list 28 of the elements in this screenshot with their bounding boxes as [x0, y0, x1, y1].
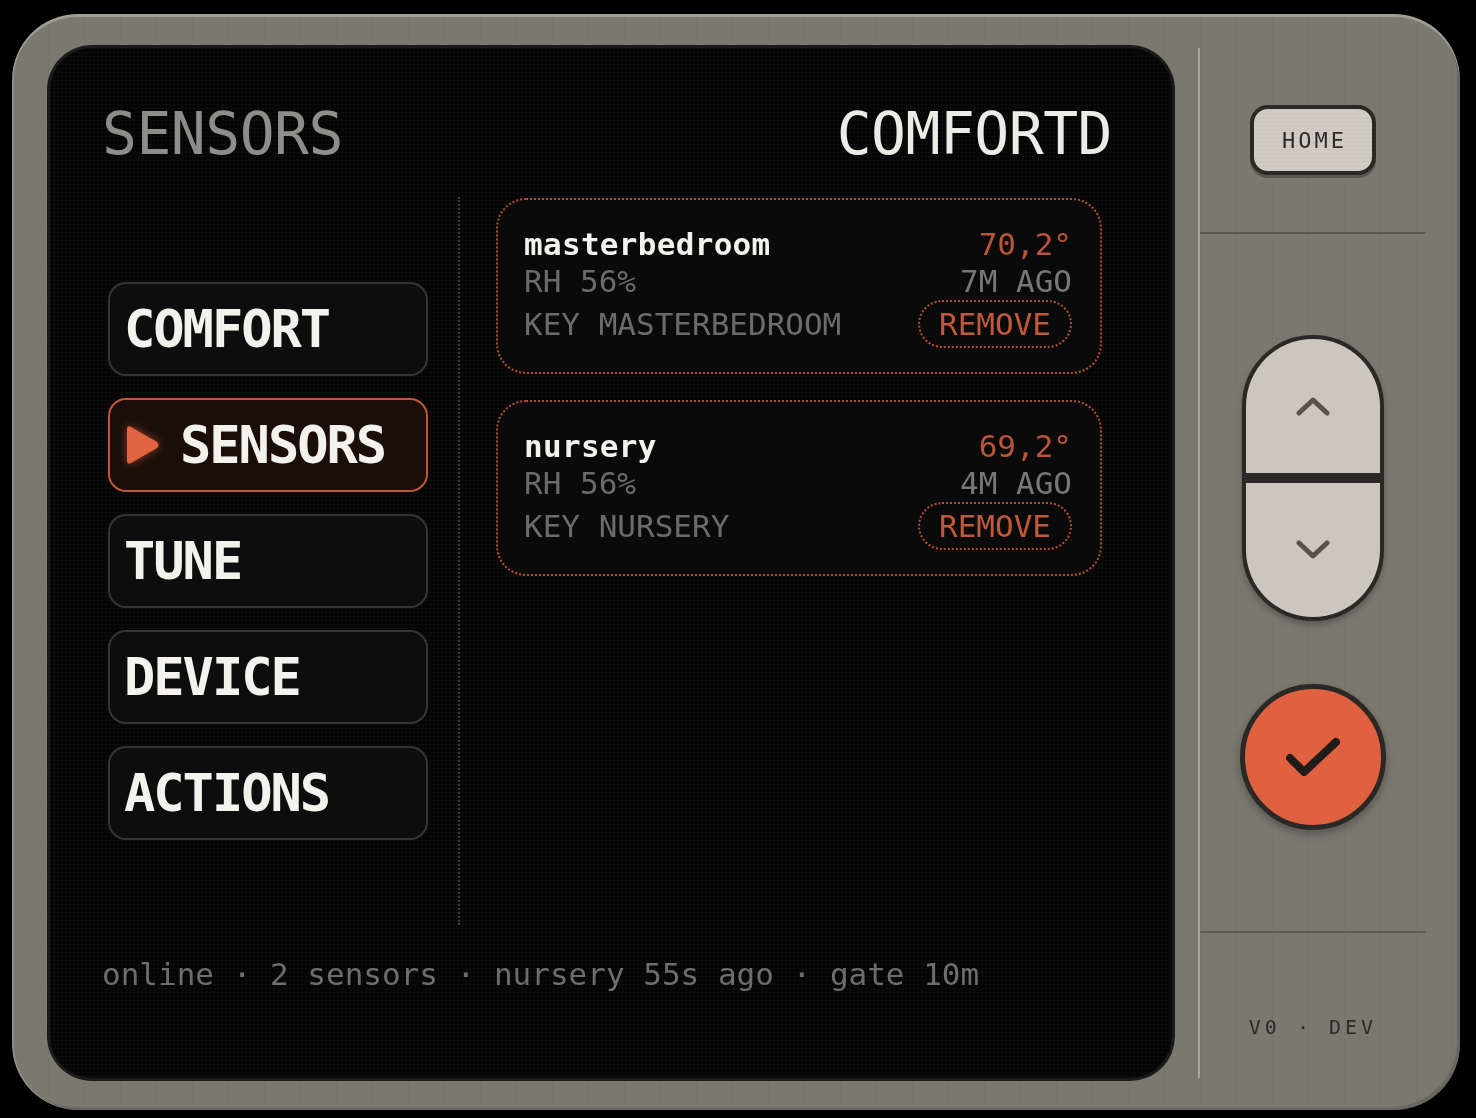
status-text: online · 2 sensors · nursery 55s ago · gate 10m — [102, 959, 980, 990]
home-button[interactable]: HOME — [1250, 105, 1376, 175]
humidity-reading: RH 56% — [524, 465, 637, 502]
nav-item[interactable]: ACTIONS — [108, 746, 428, 840]
temperature-reading: 69,2° — [977, 428, 1072, 465]
sensor-name: nursery — [524, 428, 658, 465]
chevron-up-icon — [1296, 396, 1330, 416]
nav-item[interactable]: COMFORT — [108, 282, 428, 376]
nav-item[interactable]: TUNE — [108, 514, 428, 608]
checkmark-icon — [1285, 737, 1341, 777]
version-label: V0 · DEV — [1248, 1015, 1378, 1039]
humidity-reading: RH 56% — [524, 263, 637, 300]
up-button[interactable] — [1246, 339, 1380, 473]
screen-title: SENSORS — [102, 105, 343, 163]
triangle-icon — [124, 425, 160, 465]
chevron-down-icon — [1296, 540, 1330, 560]
sensor-name: masterbedroom — [524, 226, 772, 263]
temperature-reading: 70,2° — [977, 226, 1072, 263]
last-updated-text: 7M AGO — [959, 263, 1072, 300]
sensor-key-text: KEY NURSERY — [524, 507, 731, 546]
last-updated-text: 4M AGO — [959, 465, 1072, 502]
remove-button[interactable]: REMOVE — [918, 300, 1072, 348]
nav-item[interactable]: SENSORS — [108, 398, 428, 492]
remove-button[interactable]: REMOVE — [918, 502, 1072, 550]
sensor-key-text: KEY MASTERBEDROOM — [524, 305, 843, 344]
nav-item[interactable]: DEVICE — [108, 630, 428, 724]
brand-name: COMFORTD — [836, 105, 1112, 163]
down-button[interactable] — [1246, 483, 1380, 617]
